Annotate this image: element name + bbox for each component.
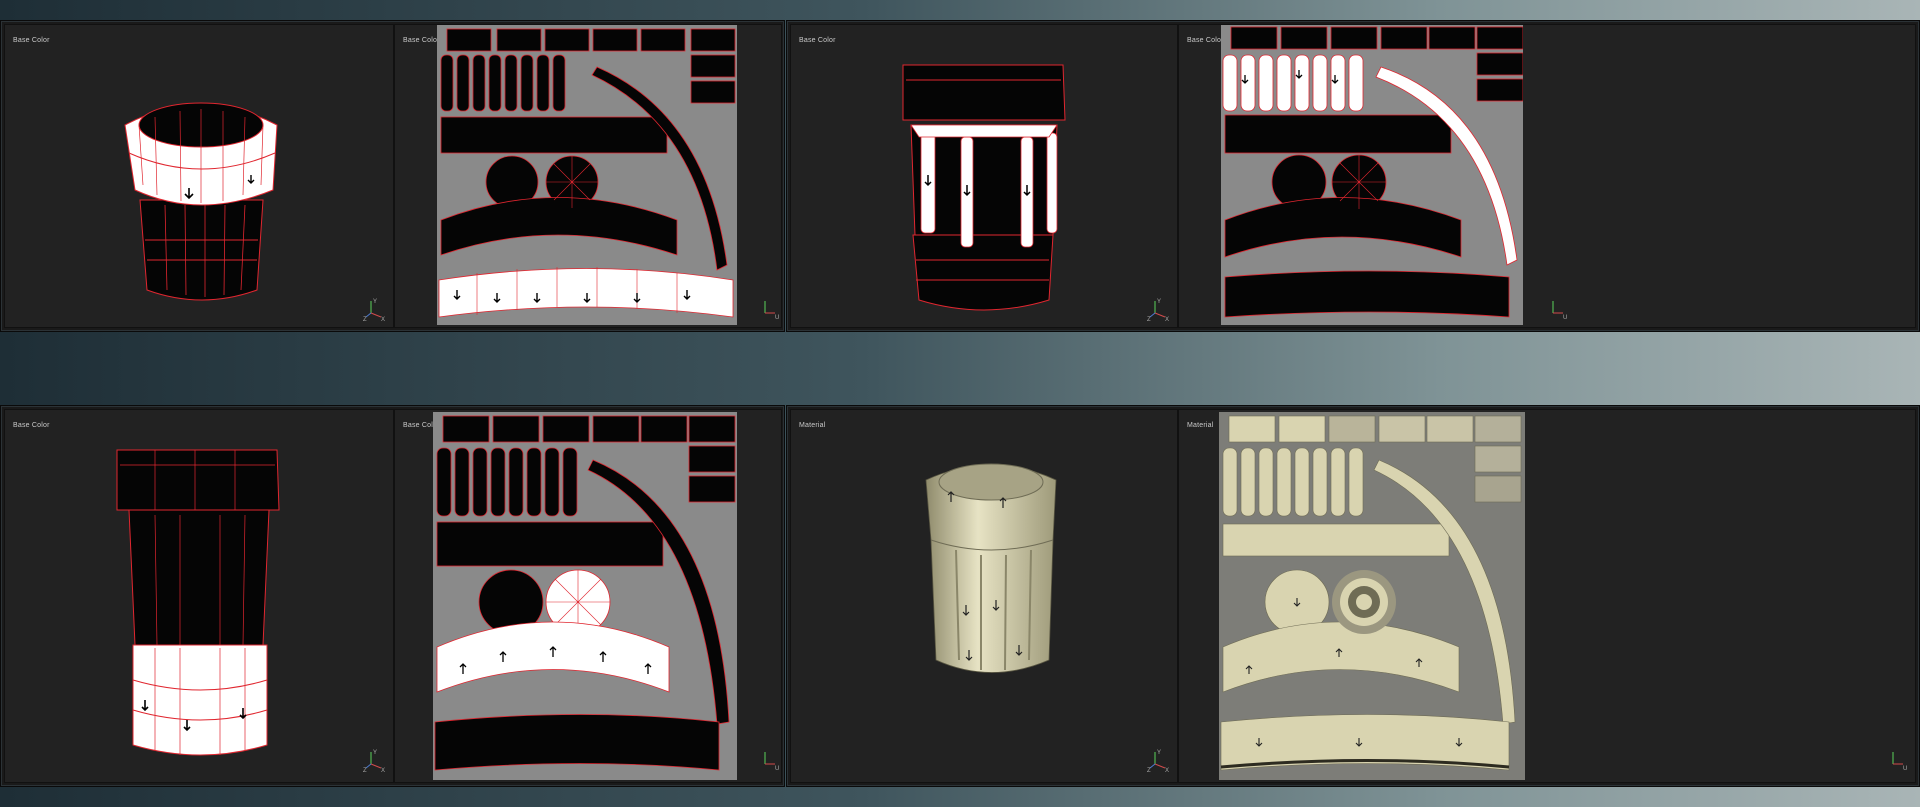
axis-x-label: X: [381, 768, 385, 772]
viewport-3d-top-right[interactable]: Base Color Y X Z: [790, 24, 1178, 328]
panel-group-bottom-right: Material Y X Z Material U: [786, 405, 1920, 787]
barrel-model-bottom-ring-selected: [116, 449, 280, 756]
viewport-3d-top-left[interactable]: Base Color Y X Z: [4, 24, 394, 328]
viewport-uv-bottom-right[interactable]: Material U: [1178, 409, 1916, 783]
barrel-model-material-shaded: [925, 463, 1057, 673]
uv-sheet: [437, 25, 737, 325]
uv-sheet: [1221, 25, 1523, 325]
desktop-background: { "viewports": [ {"id":"tl-3d","label":"…: [0, 0, 1920, 807]
viewport-label: Material: [799, 422, 826, 429]
uv-sheet-material: [1219, 412, 1525, 780]
viewport-3d-bottom-right[interactable]: Material Y X Z: [790, 409, 1178, 783]
axis-z-label: Z: [1147, 317, 1151, 321]
barrel-model-top-rim-selected: [124, 102, 278, 301]
viewport-3d-bottom-left[interactable]: Base Color Y X Z: [4, 409, 394, 783]
viewport-uv-bottom-left[interactable]: Base Color U: [394, 409, 782, 783]
panel-group-top-right: Base Color Y X Z Base Color U: [786, 20, 1920, 332]
viewport-label: Base Color: [13, 422, 50, 429]
axis-u-label: U: [1903, 766, 1907, 772]
axis-gizmo-xyz: Y X Z: [363, 297, 387, 321]
axis-gizmo-xyz: Y X Z: [1147, 748, 1171, 772]
axis-gizmo-xyz: Y X Z: [363, 748, 387, 772]
axis-z-label: Z: [363, 317, 367, 321]
axis-u-label: U: [775, 315, 779, 321]
viewport-uv-top-right[interactable]: Base Color U: [1178, 24, 1916, 328]
axis-y-label: Y: [1157, 750, 1161, 756]
axis-x-label: X: [1165, 768, 1169, 772]
viewport-label: Material: [1187, 422, 1214, 429]
axis-gizmo-xyz: Y X Z: [1147, 297, 1171, 321]
uv-sheet: [433, 412, 737, 780]
axis-x-label: X: [381, 317, 385, 321]
axis-u-label: U: [775, 766, 779, 772]
viewport-label: Base Color: [1187, 37, 1224, 44]
viewport-uv-top-left[interactable]: Base Color U: [394, 24, 782, 328]
axis-gizmo-uv: U: [1549, 297, 1573, 321]
axis-x-label: X: [1165, 317, 1169, 321]
axis-z-label: Z: [363, 768, 367, 772]
axis-gizmo-uv: U: [1889, 748, 1913, 772]
axis-y-label: Y: [1157, 299, 1161, 305]
axis-gizmo-uv: U: [761, 748, 785, 772]
viewport-label: Base Color: [403, 37, 440, 44]
viewport-label: Base Color: [13, 37, 50, 44]
barrel-model-columns-selected: [902, 64, 1066, 311]
axis-y-label: Y: [373, 299, 377, 305]
panel-group-bottom-left: Base Color Y X Z Base Color U: [0, 405, 785, 787]
panel-group-top-left: Base Color Y X Z Base Color U: [0, 20, 785, 332]
axis-u-label: U: [1563, 315, 1567, 321]
axis-gizmo-uv: U: [761, 297, 785, 321]
axis-y-label: Y: [373, 750, 377, 756]
axis-z-label: Z: [1147, 768, 1151, 772]
viewport-label: Base Color: [799, 37, 836, 44]
